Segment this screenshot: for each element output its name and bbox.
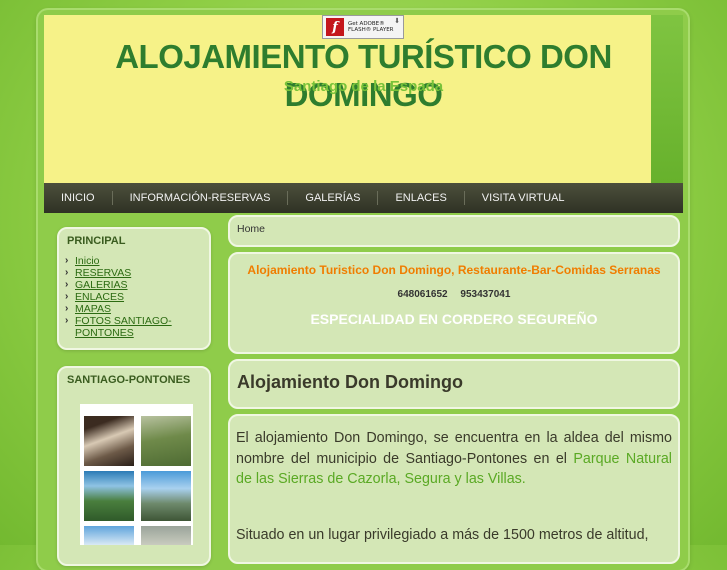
download-arrow-icon: ⬇ (394, 18, 400, 25)
gallery-thumb-sky[interactable] (84, 526, 134, 545)
photo-gallery (80, 404, 193, 545)
gallery-thumb-village[interactable] (141, 416, 191, 466)
gallery-thumb-reservoir[interactable] (141, 471, 191, 521)
nav-enlaces[interactable]: ENLACES (377, 191, 463, 205)
main-navbar: INICIO INFORMACIÓN-RESERVAS GALERÍAS ENL… (44, 183, 683, 213)
chevron-right-icon: › (65, 291, 69, 302)
sidebar-item-fotos-santiago[interactable]: › FOTOS SANTIAGO- (65, 315, 209, 327)
site-subtitle: Santiago de la Espada (283, 78, 444, 95)
promo-headline: Alojamiento Turistico Don Domingo, Resta… (247, 263, 661, 277)
gallery-thumb-landscape[interactable] (141, 526, 191, 545)
promo-phones: 648061652 953437041 (397, 289, 511, 300)
article-title: Alojamiento Don Domingo (237, 372, 463, 392)
chevron-right-icon: › (65, 279, 69, 290)
sidebar-item-galerias[interactable]: › GALERIAS (65, 279, 209, 291)
nav-galerias[interactable]: GALERÍAS (287, 191, 377, 205)
flash-logo-icon: f (326, 18, 344, 36)
promo-box: Alojamiento Turistico Don Domingo, Resta… (228, 252, 680, 354)
flash-badge-line2: FLASH® PLAYER (348, 27, 394, 33)
sidebar-item-enlaces[interactable]: › ENLACES (65, 291, 209, 303)
sidebar-principal-box: PRINCIPAL › Inicio › RESERVAS › GALERIAS › E… (57, 227, 211, 350)
gallery-thumb-cave[interactable] (84, 416, 134, 466)
promo-specialty: ESPECIALIDAD EN CORDERO SEGUREÑO (310, 311, 598, 327)
sidebar-menu: › Inicio › RESERVAS › GALERIAS › ENLACES › MA… (65, 255, 209, 339)
chevron-right-icon: › (65, 267, 69, 278)
sidebar-santiago-title: SANTIAGO-PONTONES (67, 374, 191, 386)
sidebar-item-reservas[interactable]: › RESERVAS (65, 267, 209, 279)
chevron-right-icon: › (65, 303, 69, 314)
nav-inicio[interactable]: INICIO (44, 191, 112, 205)
nav-visita-virtual[interactable]: VISITA VIRTUAL (463, 191, 582, 205)
get-flash-player-badge[interactable]: f Get ADOBE® FLASH® PLAYER ⬇ (322, 15, 404, 39)
breadcrumb-box: Home (228, 215, 680, 247)
sidebar-principal-title: PRINCIPAL (67, 235, 126, 247)
gallery-thumb-lake[interactable] (84, 471, 134, 521)
chevron-right-icon: › (65, 315, 69, 326)
site-title: ALOJAMIENTO TURÍSTICO DON DOMINGO (115, 38, 612, 113)
article-paragraph-1: El alojamiento Don Domingo, se encuentra… (236, 430, 672, 487)
article-title-box: Alojamiento Don Domingo (228, 359, 680, 409)
article-paragraph-2: Situado en un lugar privilegiado a más d… (236, 527, 649, 543)
sidebar-item-fotos-pontones[interactable]: PONTONES (65, 327, 209, 339)
nav-informacion-reservas[interactable]: INFORMACIÓN-RESERVAS (111, 191, 288, 205)
sidebar-item-inicio[interactable]: › Inicio (65, 255, 209, 267)
sidebar-item-mapas[interactable]: › MAPAS (65, 303, 209, 315)
chevron-right-icon: › (65, 255, 69, 266)
breadcrumb[interactable]: Home (230, 217, 678, 235)
